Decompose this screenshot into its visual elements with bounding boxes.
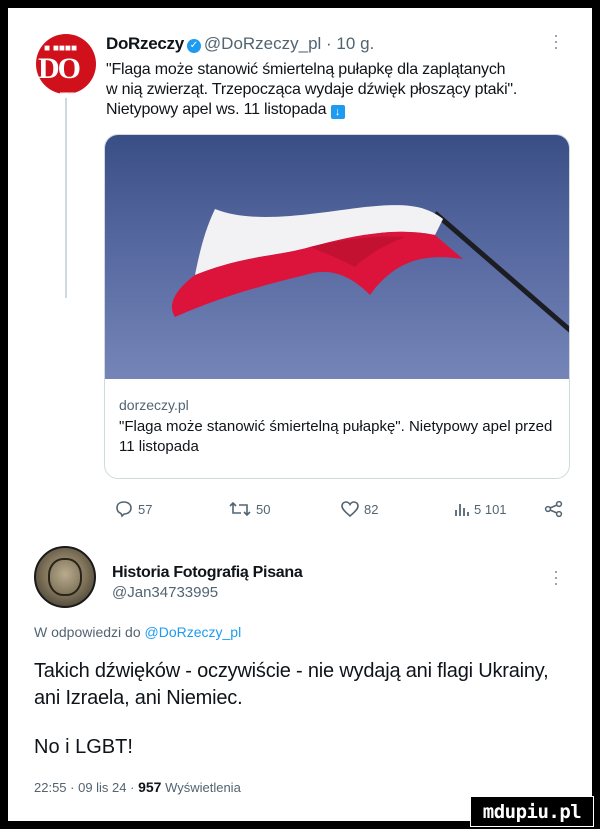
reply-icon bbox=[116, 501, 132, 518]
thread-line bbox=[65, 98, 67, 298]
tweet-header: DoRzeczy ✓ @DoRzeczy_pl · 10 g. bbox=[106, 34, 374, 54]
avatar-logo: DO RZE bbox=[38, 52, 96, 94]
share-icon bbox=[544, 500, 563, 518]
tweet-text-line: Nietypowy apel ws. 11 listopada ↓ bbox=[106, 100, 576, 120]
card-title: "Flaga może stanowić śmiertelną pułapkę"… bbox=[119, 418, 553, 455]
reply-prefix: W odpowiedzi do bbox=[34, 624, 141, 640]
retweet-count: 50 bbox=[256, 501, 271, 517]
views-count: 957 bbox=[138, 779, 162, 795]
retweet-button[interactable]: 50 bbox=[228, 500, 270, 518]
tweet-text-line-3: Nietypowy apel ws. 11 listopada bbox=[106, 101, 327, 118]
flag-image bbox=[105, 135, 569, 379]
tweet-text: Takich dźwięków - oczywiście - nie wydaj… bbox=[34, 660, 549, 709]
like-count: 82 bbox=[364, 501, 379, 517]
avatar[interactable]: ■ ■■■■ DO RZE bbox=[36, 34, 96, 94]
post-timestamp[interactable]: 22:55 · 09 lis 24 · bbox=[34, 780, 134, 795]
like-button[interactable]: 82 bbox=[340, 500, 378, 518]
author-handle[interactable]: @DoRzeczy_pl bbox=[204, 34, 321, 53]
reply-count: 57 bbox=[138, 501, 153, 517]
more-options-icon[interactable]: · · · bbox=[553, 562, 559, 592]
more-options-icon[interactable]: · · · bbox=[553, 26, 559, 56]
flag-pole bbox=[433, 211, 569, 333]
verified-icon: ✓ bbox=[186, 39, 201, 53]
avatar[interactable] bbox=[34, 546, 96, 608]
reply-button[interactable]: 57 bbox=[114, 500, 152, 518]
author-name[interactable]: Historia Fotografią Pisana bbox=[112, 564, 303, 582]
views-button[interactable]: 5 101 bbox=[454, 500, 507, 518]
avatar-portrait bbox=[48, 558, 82, 596]
link-card[interactable]: dorzeczy.pl "Flaga może stanowić śmierte… bbox=[104, 134, 570, 479]
retweet-icon bbox=[229, 501, 251, 517]
tweet-text-line: w nią zwierząt. Trzepocząca wydaje dźwię… bbox=[106, 81, 518, 98]
screenshot-frame: ■ ■■■■ DO RZE DoRzeczy✓@DoRzeczy_pl · 10… bbox=[8, 8, 592, 821]
down-arrow-icon: ↓ bbox=[330, 105, 345, 119]
author-handle[interactable]: @Jan34733995 bbox=[112, 584, 218, 601]
action-bar: 57 50 82 5 101 bbox=[114, 500, 574, 524]
share-button[interactable] bbox=[544, 500, 564, 518]
reply-mention-link[interactable]: @DoRzeczy_pl bbox=[145, 624, 242, 640]
views-count: 5 101 bbox=[474, 501, 507, 517]
tweet-meta: 22:55 · 09 lis 24 · 957 Wyświetlenia bbox=[34, 779, 241, 795]
views-chart-icon bbox=[455, 504, 469, 516]
tweet-text-line: "Flaga może stanowić śmiertelną pułapkę … bbox=[106, 61, 506, 78]
heart-icon bbox=[341, 501, 359, 518]
post-time[interactable]: · 10 g. bbox=[326, 34, 374, 53]
tweet-text: "Flaga może stanowić śmiertelną pułapkę … bbox=[106, 60, 576, 120]
tweet-text-line-2: No i LGBT! bbox=[34, 736, 133, 758]
flag-illustration bbox=[171, 205, 569, 333]
reply-context: W odpowiedzi do @DoRzeczy_pl bbox=[34, 624, 241, 640]
watermark: mdupiu.pl bbox=[470, 796, 594, 827]
author-name[interactable]: DoRzeczy bbox=[106, 34, 184, 53]
card-domain: dorzeczy.pl bbox=[119, 397, 189, 413]
views-label: Wyświetlenia bbox=[165, 780, 241, 795]
